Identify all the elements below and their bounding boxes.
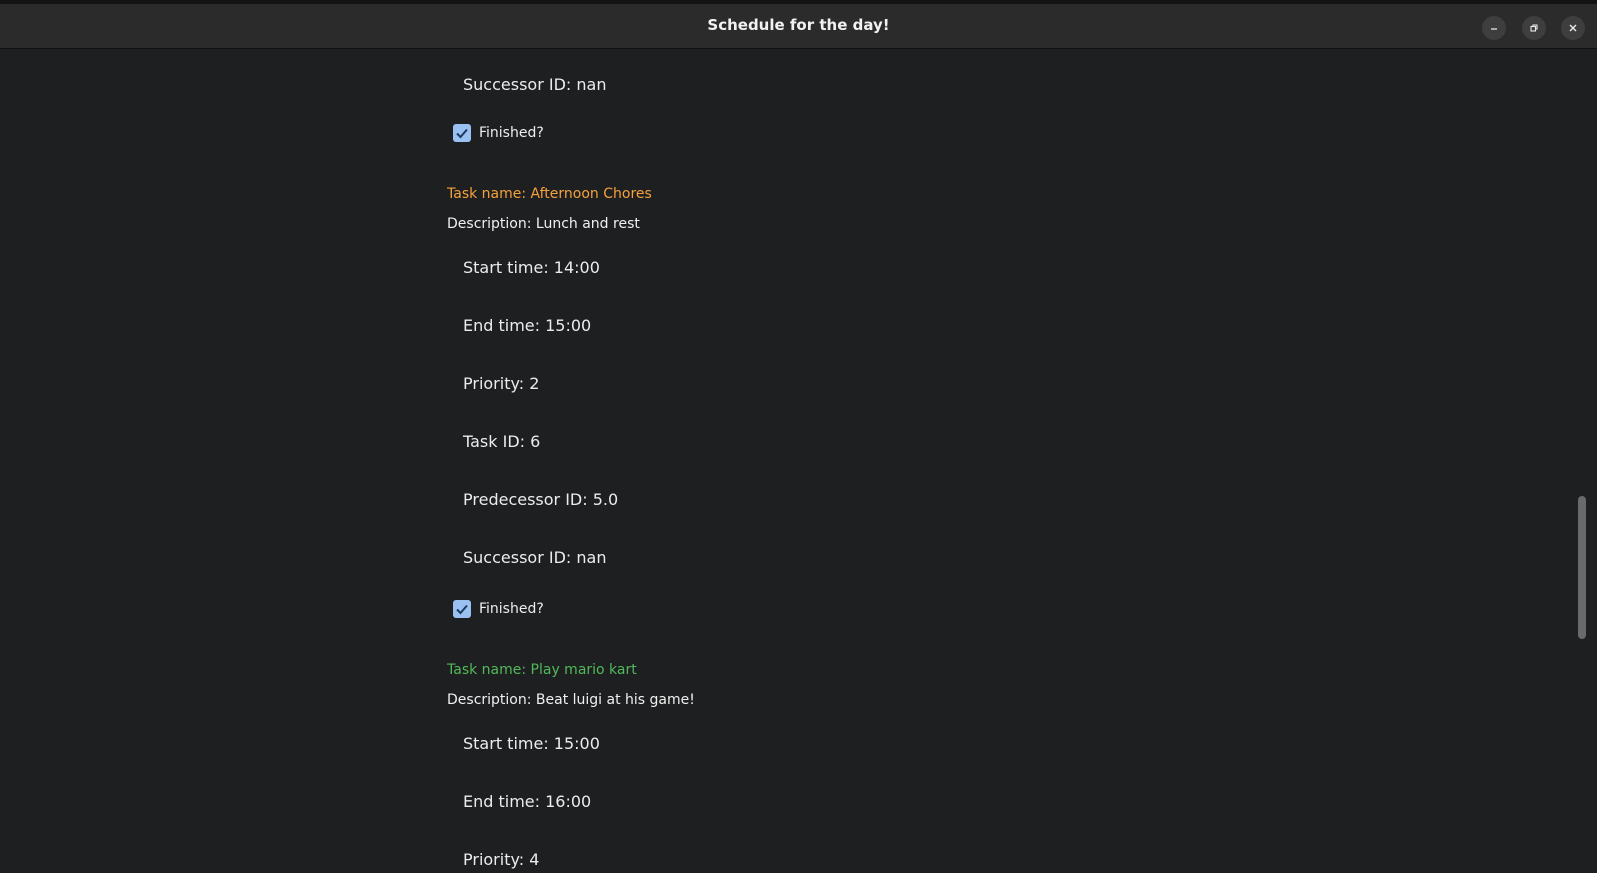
predecessor-id: Predecessor ID: 5.0 (463, 490, 619, 509)
checkbox-checked[interactable] (453, 600, 471, 618)
task-description: Description: Beat luigi at his game! (447, 692, 695, 708)
vertical-scrollbar[interactable] (1578, 496, 1586, 639)
title-bar: Schedule for the day! (0, 0, 1597, 49)
close-icon (1569, 24, 1577, 32)
close-button[interactable] (1561, 16, 1585, 40)
finished-checkbox[interactable]: Finished? (453, 600, 544, 618)
minimize-button[interactable] (1482, 16, 1506, 40)
end-time: End time: 15:00 (463, 316, 592, 335)
window-title: Schedule for the day! (707, 16, 890, 34)
finished-label: Finished? (479, 601, 544, 617)
restore-button[interactable] (1522, 16, 1546, 40)
checkbox-checked[interactable] (453, 124, 471, 142)
start-time: Start time: 14:00 (463, 258, 600, 277)
task-name: Task name: Afternoon Chores (447, 186, 652, 202)
restore-icon (1530, 24, 1538, 32)
check-icon (456, 128, 468, 139)
finished-checkbox[interactable]: Finished? (453, 124, 544, 142)
task-name: Task name: Play mario kart (447, 662, 637, 678)
end-time: End time: 16:00 (463, 792, 592, 811)
minimize-icon (1491, 28, 1497, 30)
priority: Priority: 2 (463, 374, 540, 393)
finished-label: Finished? (479, 125, 544, 141)
start-time: Start time: 15:00 (463, 734, 600, 753)
task-list: Successor ID: nan Finished? Task name: A… (0, 49, 1597, 873)
priority: Priority: 4 (463, 850, 540, 869)
successor-id: Successor ID: nan (463, 75, 607, 94)
app-window: Schedule for the day! Successor ID: nan (0, 0, 1597, 873)
task-id: Task ID: 6 (463, 432, 541, 451)
successor-id: Successor ID: nan (463, 548, 607, 567)
check-icon (456, 604, 468, 615)
task-description: Description: Lunch and rest (447, 216, 640, 232)
